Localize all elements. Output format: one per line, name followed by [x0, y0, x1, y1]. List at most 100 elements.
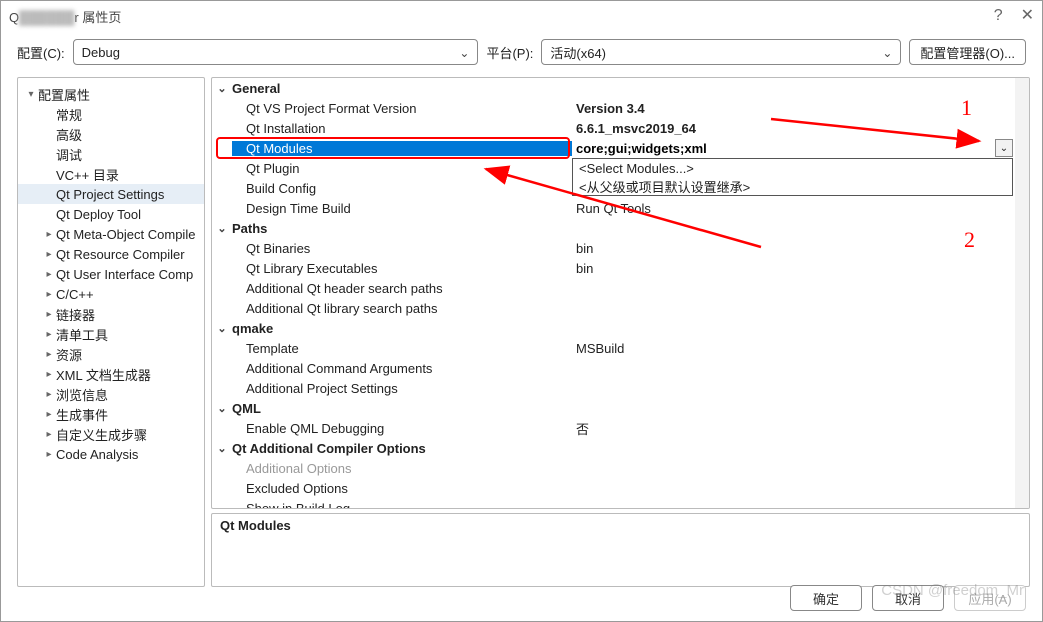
tree-item-label: 浏览信息	[56, 385, 108, 404]
expander-icon[interactable]: ▸	[42, 369, 56, 380]
tree-item-label: 配置属性	[38, 85, 90, 104]
property-row[interactable]: Qt VS Project Format VersionVersion 3.4	[212, 98, 1029, 118]
expander-icon[interactable]: ▸	[42, 309, 56, 320]
property-row[interactable]: Qt Installation6.6.1_msvc2019_64	[212, 118, 1029, 138]
tree-item[interactable]: ▾配置属性	[18, 84, 204, 104]
property-dropdown-list[interactable]: <Select Modules...> <从父级或项目默认设置继承>	[572, 158, 1013, 196]
property-row[interactable]: Additional Command Arguments	[212, 358, 1029, 378]
expander-icon[interactable]: ▸	[42, 229, 56, 240]
tree-item-label: XML 文档生成器	[56, 365, 151, 384]
expander-icon[interactable]: ▸	[42, 349, 56, 360]
cancel-button[interactable]: 取消	[872, 585, 944, 611]
expander-icon[interactable]: ⌄	[212, 402, 232, 415]
config-manager-button[interactable]: 配置管理器(O)...	[909, 39, 1026, 65]
dropdown-option-inherit[interactable]: <从父级或项目默认设置继承>	[573, 177, 1012, 195]
platform-combo[interactable]: 活动(x64)	[541, 39, 901, 65]
expander-icon[interactable]: ▾	[24, 89, 38, 100]
property-dropdown-button[interactable]: ⌄	[995, 139, 1013, 157]
apply-button[interactable]: 应用(A)	[954, 585, 1026, 611]
property-value[interactable]: bin	[572, 241, 1029, 256]
property-row[interactable]: TemplateMSBuild	[212, 338, 1029, 358]
tree-item-label: 高级	[56, 125, 82, 144]
tree-item[interactable]: ▸自定义生成步骤	[18, 424, 204, 444]
property-label: Qt Binaries	[232, 241, 572, 256]
window-title: Q██████r 属性页	[9, 7, 121, 26]
expander-icon[interactable]: ▸	[42, 409, 56, 420]
expander-icon[interactable]: ▸	[42, 429, 56, 440]
property-row[interactable]: Excluded Options	[212, 478, 1029, 498]
tree-item[interactable]: ▸Qt User Interface Comp	[18, 264, 204, 284]
dropdown-option-select-modules[interactable]: <Select Modules...>	[573, 159, 1012, 177]
property-value[interactable]: core;gui;widgets;xml	[572, 141, 1029, 156]
property-value[interactable]: MSBuild	[572, 341, 1029, 356]
expander-icon[interactable]: ▸	[42, 389, 56, 400]
tree-item[interactable]: ▸浏览信息	[18, 384, 204, 404]
property-row[interactable]: Additional Qt library search paths	[212, 298, 1029, 318]
config-combo[interactable]: Debug	[73, 39, 479, 65]
tree-item[interactable]: 高级	[18, 124, 204, 144]
property-value[interactable]: bin	[572, 261, 1029, 276]
tree-item[interactable]: ▸生成事件	[18, 404, 204, 424]
property-value[interactable]: 否	[572, 419, 1029, 438]
property-row[interactable]: Enable QML Debugging否	[212, 418, 1029, 438]
property-value[interactable]: 6.6.1_msvc2019_64	[572, 121, 1029, 136]
tree-item[interactable]: Qt Project Settings	[18, 184, 204, 204]
scrollbar-vertical[interactable]	[1015, 78, 1029, 508]
property-label: Additional Project Settings	[232, 381, 572, 396]
property-label: Additional Command Arguments	[232, 361, 572, 376]
property-row[interactable]: Qt Library Executablesbin	[212, 258, 1029, 278]
expander-icon[interactable]: ▸	[42, 329, 56, 340]
property-row[interactable]: Qt Modulescore;gui;widgets;xml	[212, 138, 1029, 158]
tree-item[interactable]: ▸Qt Meta-Object Compile	[18, 224, 204, 244]
tree-item[interactable]: ▸清单工具	[18, 324, 204, 344]
expander-icon[interactable]: ▸	[42, 449, 56, 460]
title-suffix: r 属性页	[74, 10, 121, 25]
tree-item[interactable]: 常规	[18, 104, 204, 124]
property-label: General	[232, 81, 572, 96]
tree-item[interactable]: ▸XML 文档生成器	[18, 364, 204, 384]
help-icon[interactable]: ?	[994, 8, 1003, 24]
expander-icon[interactable]: ▸	[42, 269, 56, 280]
property-group[interactable]: ⌄Paths	[212, 218, 1029, 238]
property-row[interactable]: Show in Build Log	[212, 498, 1029, 508]
property-value[interactable]: Run Qt Tools	[572, 201, 1029, 216]
property-label: Qt Plugin	[232, 161, 572, 176]
property-row[interactable]: Additional Qt header search paths	[212, 278, 1029, 298]
tree-pane[interactable]: ▾配置属性常规高级调试VC++ 目录 Qt Project Settings Qt …	[17, 77, 205, 587]
tree-item[interactable]: ▸Qt Resource Compiler	[18, 244, 204, 264]
tree-item-label: Code Analysis	[56, 447, 138, 462]
expander-icon[interactable]: ⌄	[212, 442, 232, 455]
tree-item[interactable]: ▸资源	[18, 344, 204, 364]
property-row[interactable]: Design Time BuildRun Qt Tools	[212, 198, 1029, 218]
tree-item[interactable]: Qt Deploy Tool	[18, 204, 204, 224]
expander-icon[interactable]: ⌄	[212, 322, 232, 335]
cancel-label: 取消	[895, 589, 921, 608]
property-label: Qt VS Project Format Version	[232, 101, 572, 116]
tree-item[interactable]: ▸C/C++	[18, 284, 204, 304]
property-row[interactable]: Qt Binariesbin	[212, 238, 1029, 258]
property-group[interactable]: ⌄Qt Additional Compiler Options	[212, 438, 1029, 458]
expander-icon[interactable]: ▸	[42, 249, 56, 260]
ok-button[interactable]: 确定	[790, 585, 862, 611]
property-label: Additional Options	[232, 461, 572, 476]
tree-item[interactable]: ▸Code Analysis	[18, 444, 204, 464]
tree-item[interactable]: VC++ 目录	[18, 164, 204, 184]
property-grid[interactable]: ⌄GeneralQt VS Project Format VersionVers…	[211, 77, 1030, 509]
property-group[interactable]: ⌄QML	[212, 398, 1029, 418]
property-row[interactable]: Additional Project Settings	[212, 378, 1029, 398]
tree-item-label: Qt Project Settings	[56, 187, 164, 202]
property-label: Excluded Options	[232, 481, 572, 496]
expander-icon[interactable]: ▸	[42, 289, 56, 300]
annotation-1: 1	[961, 95, 972, 121]
property-group[interactable]: ⌄qmake	[212, 318, 1029, 338]
tree-item-label: C/C++	[56, 287, 94, 302]
property-row[interactable]: Additional Options	[212, 458, 1029, 478]
expander-icon[interactable]: ⌄	[212, 82, 232, 95]
property-group[interactable]: ⌄General	[212, 78, 1029, 98]
config-row: 配置(C): Debug 平台(P): 活动(x64) 配置管理器(O)...	[1, 31, 1042, 77]
tree-item[interactable]: ▸链接器	[18, 304, 204, 324]
tree-item[interactable]: 调试	[18, 144, 204, 164]
tree-item-label: 链接器	[56, 305, 95, 324]
close-icon[interactable]: ✕	[1021, 8, 1034, 24]
expander-icon[interactable]: ⌄	[212, 222, 232, 235]
